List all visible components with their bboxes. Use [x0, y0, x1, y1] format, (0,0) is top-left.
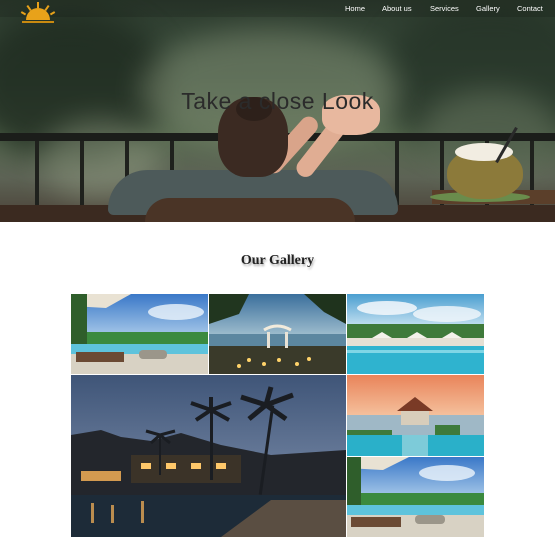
nav-home-link[interactable]: Home: [345, 4, 365, 13]
hero-title: Take a close Look: [181, 88, 374, 114]
gallery-image-2[interactable]: [209, 294, 346, 374]
gallery-title: Our Gallery: [240, 253, 315, 268]
nav-contact-link[interactable]: Contact: [517, 4, 543, 13]
nav-gallery-link[interactable]: Gallery: [476, 4, 500, 13]
gallery-image-4[interactable]: [71, 375, 346, 537]
gallery-image-3[interactable]: [347, 294, 484, 374]
nav-about-link[interactable]: About us: [382, 4, 412, 13]
top-navbar: [0, 0, 555, 17]
nav-services-link[interactable]: Services: [430, 4, 459, 13]
gallery-image-6[interactable]: [347, 457, 484, 537]
gallery-image-1[interactable]: [71, 294, 208, 374]
sun-logo-icon[interactable]: [18, 2, 58, 24]
hero-banner: Take a close Look: [0, 0, 555, 222]
gallery-image-5[interactable]: [347, 375, 484, 456]
